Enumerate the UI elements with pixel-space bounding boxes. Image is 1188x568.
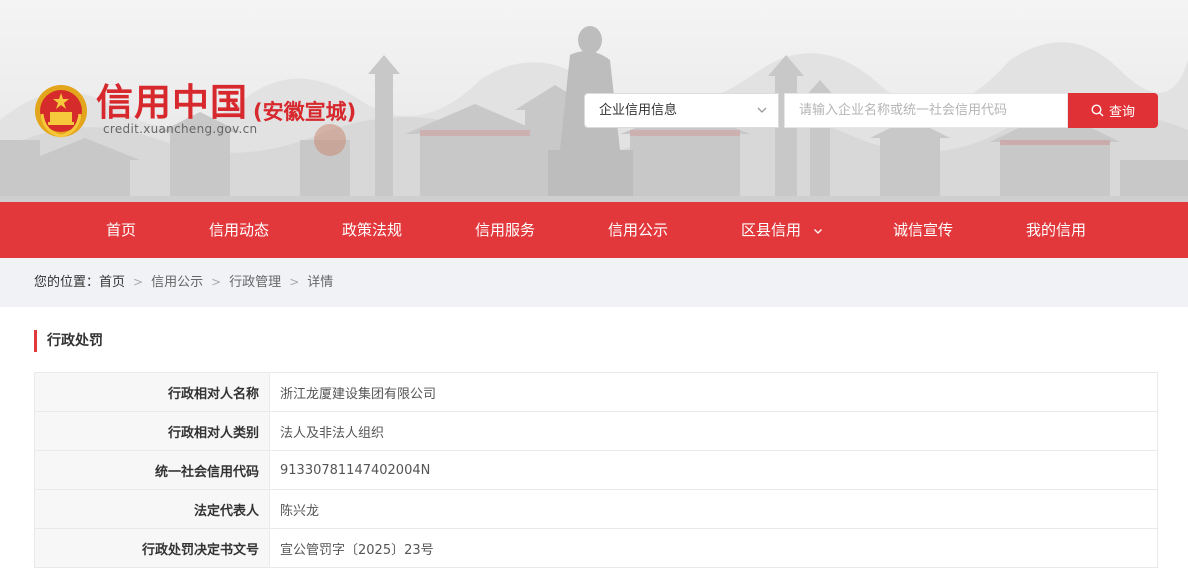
nav-item-label: 首页 bbox=[106, 221, 137, 239]
field-value: 浙江龙厦建设集团有限公司 bbox=[269, 372, 1158, 412]
nav-item-label: 信用公示 bbox=[608, 221, 669, 239]
field-label: 行政相对人类别 bbox=[34, 411, 270, 451]
breadcrumb-item-credit-publicity[interactable]: 信用公示 bbox=[151, 258, 203, 307]
site-url: credit.xuancheng.gov.cn bbox=[103, 122, 258, 136]
table-row: 行政处罚决定书文号 宣公管罚字〔2025〕23号 bbox=[34, 528, 1158, 568]
table-row: 行政相对人类别 法人及非法人组织 bbox=[34, 411, 1158, 451]
table-row: 统一社会信用代码 91330781147402004N bbox=[34, 450, 1158, 490]
breadcrumb-item-detail: 详情 bbox=[307, 275, 334, 290]
main-nav: 首页 信用动态 政策法规 信用服务 信用公示 区县信用 诚信宣传 我的信用 bbox=[0, 202, 1188, 258]
table-row: 行政相对人名称 浙江龙厦建设集团有限公司 bbox=[34, 372, 1158, 412]
nav-item-label: 信用动态 bbox=[209, 221, 270, 239]
breadcrumb-item-admin-management[interactable]: 行政管理 bbox=[229, 258, 281, 307]
field-value: 法人及非法人组织 bbox=[269, 411, 1158, 451]
nav-item-label: 政策法规 bbox=[342, 221, 403, 239]
site-header: 信用中国 (安徽宣城) credit.xuancheng.gov.cn 企业信用… bbox=[0, 0, 1188, 202]
breadcrumb-prefix: 您的位置： bbox=[34, 275, 100, 290]
nav-item-home[interactable]: 首页 bbox=[106, 202, 136, 258]
search-category-value: 企业信用信息 bbox=[599, 103, 678, 118]
national-emblem-icon bbox=[35, 85, 87, 138]
breadcrumb-separator: > bbox=[133, 275, 144, 289]
field-label: 统一社会信用代码 bbox=[34, 450, 270, 490]
field-label: 行政处罚决定书文号 bbox=[34, 528, 270, 568]
nav-item-label: 诚信宣传 bbox=[893, 221, 954, 239]
breadcrumb-separator: > bbox=[289, 275, 300, 289]
nav-item-my-credit[interactable]: 我的信用 bbox=[1026, 202, 1086, 258]
field-value: 陈兴龙 bbox=[269, 489, 1158, 529]
field-value: 91330781147402004N bbox=[269, 450, 1158, 490]
table-row: 法定代表人 陈兴龙 bbox=[34, 489, 1158, 529]
breadcrumb-separator: > bbox=[211, 275, 222, 289]
search-category-select[interactable]: 企业信用信息 bbox=[584, 93, 779, 128]
search-icon bbox=[1091, 104, 1104, 117]
field-label: 法定代表人 bbox=[34, 489, 270, 529]
nav-item-credit-services[interactable]: 信用服务 bbox=[475, 202, 535, 258]
nav-item-policies[interactable]: 政策法规 bbox=[342, 202, 402, 258]
section-title: 行政处罚 bbox=[34, 330, 103, 352]
search-button[interactable]: 查询 bbox=[1068, 93, 1158, 128]
nav-item-credit-publicity[interactable]: 信用公示 bbox=[608, 202, 668, 258]
breadcrumb: 您的位置： 首页 > 信用公示 > 行政管理 > 详情 bbox=[0, 258, 1188, 307]
site-title: 信用中国 bbox=[96, 81, 248, 124]
nav-item-label: 信用服务 bbox=[475, 221, 536, 239]
breadcrumb-item-home[interactable]: 首页 bbox=[99, 258, 125, 307]
search-button-label: 查询 bbox=[1108, 104, 1135, 119]
nav-item-integrity-promotion[interactable]: 诚信宣传 bbox=[893, 202, 953, 258]
chevron-down-icon bbox=[757, 107, 767, 113]
detail-table: 行政相对人名称 浙江龙厦建设集团有限公司 行政相对人类别 法人及非法人组织 统一… bbox=[34, 372, 1158, 568]
field-value: 宣公管罚字〔2025〕23号 bbox=[269, 528, 1158, 568]
field-label: 行政相对人名称 bbox=[34, 372, 270, 412]
nav-item-credit-news[interactable]: 信用动态 bbox=[209, 202, 269, 258]
chevron-down-icon bbox=[813, 228, 822, 234]
nav-item-label: 我的信用 bbox=[1026, 221, 1087, 239]
nav-item-label: 区县信用 bbox=[741, 221, 802, 239]
search-input[interactable] bbox=[784, 93, 1068, 128]
nav-item-county-credit[interactable]: 区县信用 bbox=[741, 202, 823, 258]
site-region: (安徽宣城) bbox=[253, 100, 357, 124]
